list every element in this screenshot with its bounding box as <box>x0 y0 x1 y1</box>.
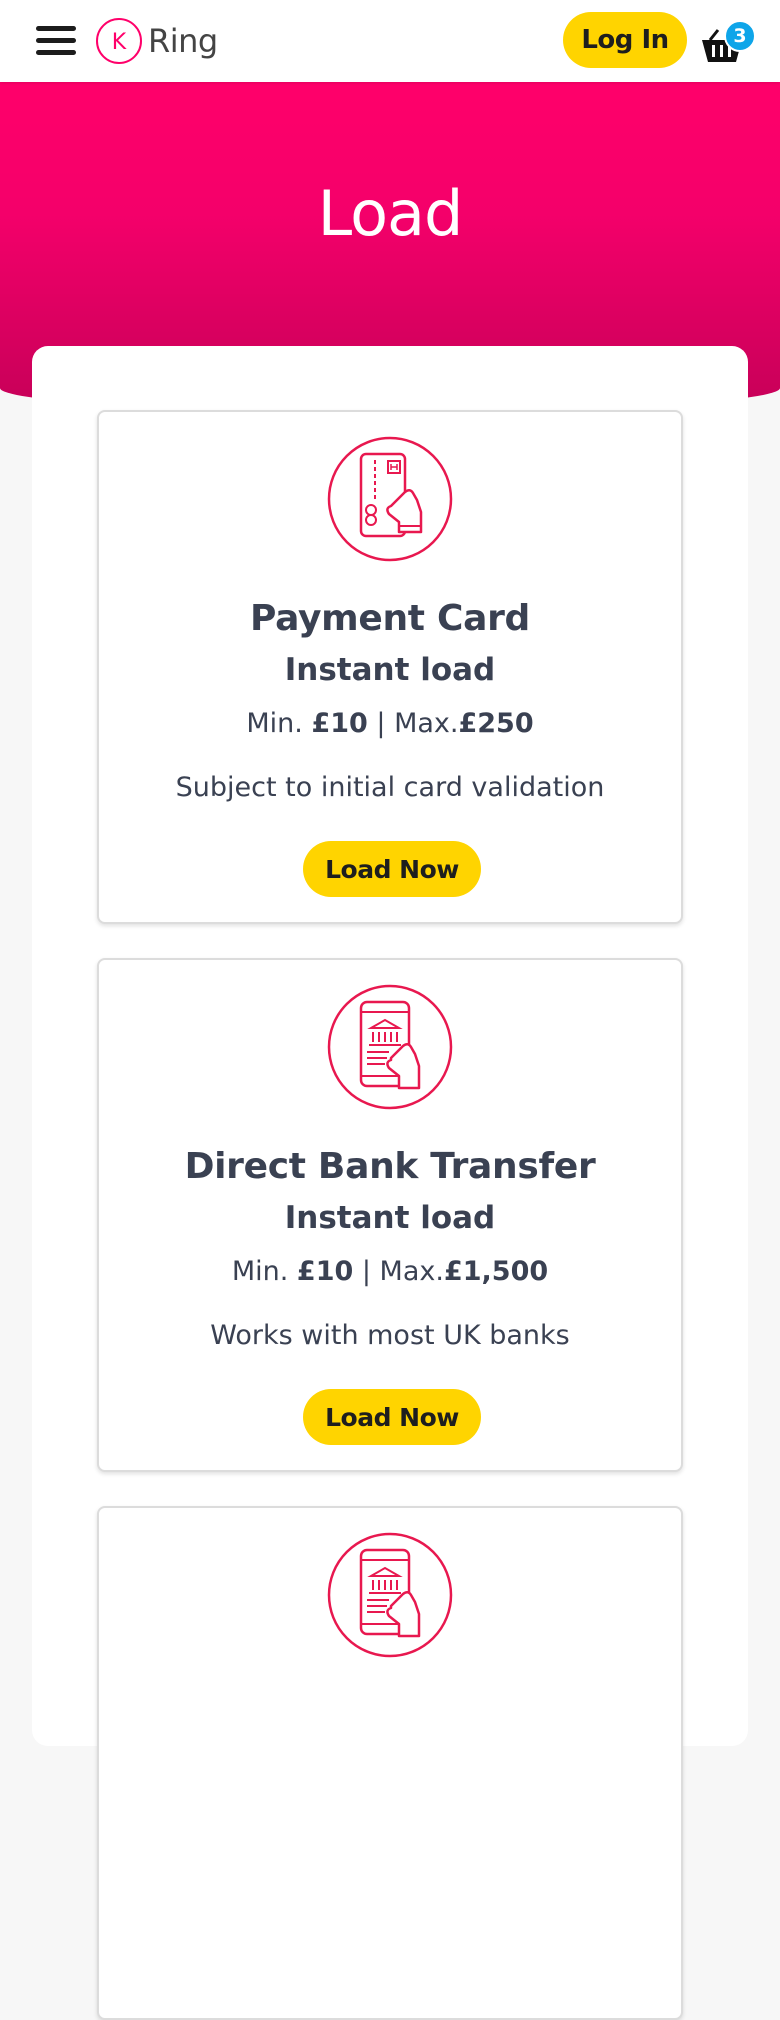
card-limits: Min. £10 | Max.£1,500 <box>99 1256 681 1287</box>
card-in-hand-icon <box>327 436 453 562</box>
menu-icon[interactable] <box>36 26 76 56</box>
login-button[interactable]: Log In <box>563 12 687 68</box>
card-note: Subject to initial card validation <box>175 772 605 803</box>
limits-separator: | <box>353 1256 380 1287</box>
top-bar: K Ring Log In 3 <box>0 0 780 82</box>
card-limits: Min. £10 | Max.£250 <box>99 708 681 739</box>
card-title: Payment Card <box>249 598 530 639</box>
load-option-card <box>97 1506 683 2020</box>
logo-text: Ring <box>148 22 218 60</box>
min-value: £10 <box>311 708 368 739</box>
min-label: Min. <box>246 708 312 739</box>
min-value: £10 <box>296 1256 354 1287</box>
basket-button[interactable]: 3 <box>700 20 756 64</box>
load-now-button[interactable]: Load Now <box>303 1389 481 1445</box>
max-value: £1,500 <box>443 1256 549 1287</box>
card-subtitle: Instant load <box>284 652 496 688</box>
content-panel: Payment Card Instant load Min. £10 | Max… <box>32 346 748 2020</box>
load-option-card: Payment Card Instant load Min. £10 | Max… <box>97 410 683 924</box>
svg-text:K: K <box>112 30 127 55</box>
limits-separator: | <box>367 708 395 739</box>
max-value: £250 <box>458 708 534 739</box>
min-label: Min. <box>231 1256 297 1287</box>
page-title: Load <box>317 177 464 250</box>
bank-phone-icon <box>327 984 453 1110</box>
max-label: Max. <box>394 708 459 739</box>
card-note: Works with most UK banks <box>210 1320 570 1351</box>
logo-circle-icon: K <box>96 18 142 64</box>
logo[interactable]: K Ring <box>95 14 218 68</box>
card-title: Direct Bank Transfer <box>184 1146 596 1187</box>
load-option-card: Direct Bank Transfer Instant load Min. £… <box>97 958 683 1472</box>
basket-count-badge: 3 <box>724 20 756 52</box>
bank-phone-icon <box>327 1532 453 1658</box>
card-subtitle: Instant load <box>284 1200 496 1236</box>
max-label: Max. <box>379 1256 444 1287</box>
load-now-button[interactable]: Load Now <box>303 841 481 897</box>
